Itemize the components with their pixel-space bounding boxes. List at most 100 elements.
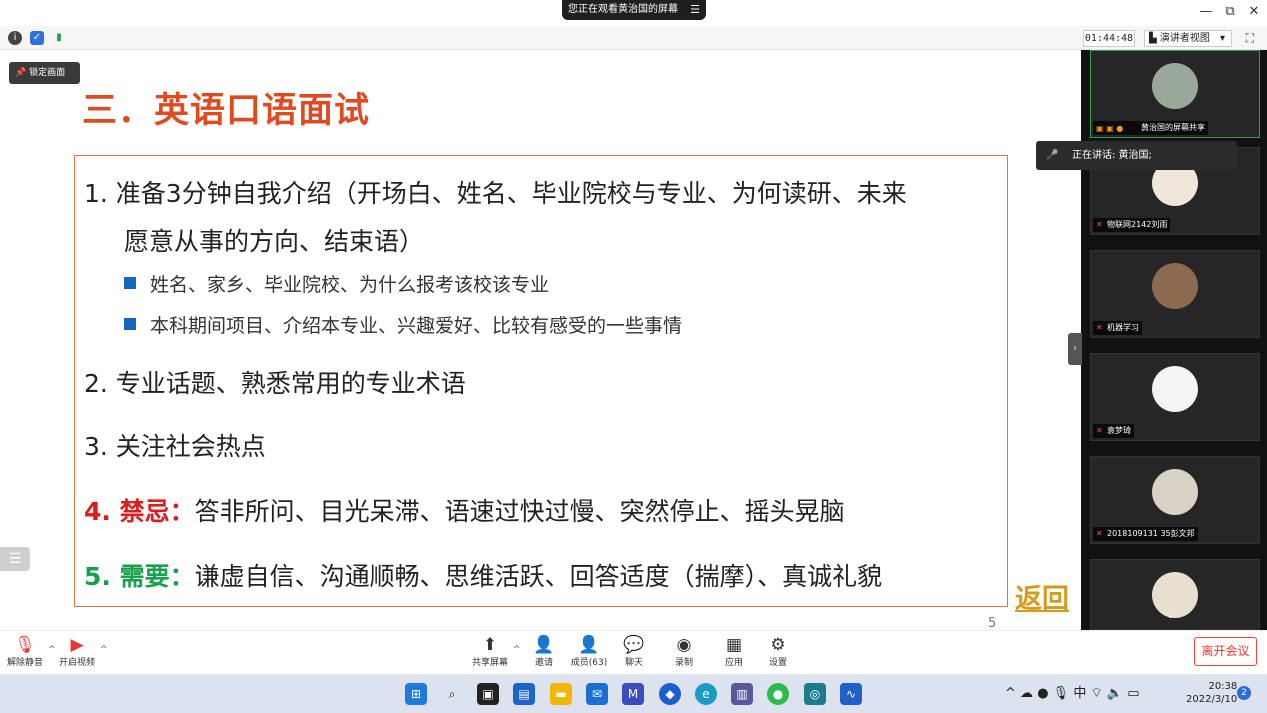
wechat-icon[interactable]: ● (767, 683, 789, 705)
chevron-up-icon[interactable]: ^ (100, 645, 108, 655)
user-icon: 👤 (578, 635, 600, 655)
item-4-label: 4. 禁忌： (84, 497, 195, 526)
lock-view-button[interactable]: 📌 锁定画面 (9, 62, 80, 84)
share-banner-text: 您正在观看黄治国的屏幕 (568, 4, 678, 15)
chevron-down-icon: ▾ (1219, 33, 1225, 44)
mail-icon[interactable]: ✉ (586, 683, 608, 705)
record-icon: ◉ (676, 635, 692, 655)
meeting-timer: 01:44:48 (1083, 30, 1135, 47)
settings-button[interactable]: ⚙ 设置 (755, 635, 801, 668)
square-bullet-icon (124, 318, 136, 330)
participant-tile[interactable]: ✕ 机器学习 (1090, 250, 1260, 338)
item-2: 2. 专业话题、熟悉常用的专业术语 (84, 369, 466, 398)
minimize-button[interactable]: — (1196, 4, 1216, 19)
sub-item-2-text: 本科期间项目、介绍本专业、兴趣爱好、比较有感受的一些事情 (150, 315, 683, 337)
participant-name: ✕ 2018109131 35彭文邦 (1093, 527, 1198, 541)
page-number: 5 (988, 616, 997, 631)
chat-button[interactable]: 💬 聊天 (611, 635, 657, 668)
widgets-icon[interactable]: ▤ (513, 683, 535, 705)
item-3: 3. 关注社会热点 (84, 432, 266, 461)
square-bullet-icon (124, 277, 136, 289)
mic-muted-icon: ✕ (1096, 323, 1103, 332)
mic-muted-icon: ✕ (1096, 220, 1103, 229)
search-icon[interactable]: ⌕ (441, 683, 463, 705)
participant-tile[interactable]: ✕ 2018109131 35彭文邦 (1090, 456, 1260, 544)
app-icon[interactable]: ◆ (659, 683, 681, 705)
system-tray[interactable]: ^ ☁ ● 🎙 中 ⌔ 🔈 ▭ (1005, 682, 1139, 701)
screen-share-banner[interactable]: 您正在观看黄治国的屏幕 ☰ (562, 0, 706, 20)
unmute-button[interactable]: 🎙 解除静音 (2, 635, 48, 668)
members-button[interactable]: 👤 成员(63) (566, 635, 612, 668)
sub-item-1: 姓名、家乡、毕业院校、为什么报考该校该专业 (124, 270, 549, 297)
volume-icon[interactable]: 🔈 (1107, 686, 1123, 701)
signal-icon[interactable]: ▮ (52, 31, 66, 45)
ime-indicator[interactable]: 中 (1073, 686, 1086, 701)
invite-button[interactable]: 👤 邀请 (521, 635, 567, 668)
apps-icon: ▦ (725, 635, 743, 655)
list-icon[interactable]: ☰ (0, 547, 30, 571)
qq-icon[interactable]: ● (1037, 686, 1048, 701)
app-icon[interactable]: ◎ (804, 683, 826, 705)
app-icon[interactable]: M (622, 683, 644, 705)
avatar (1152, 469, 1198, 515)
camera-off-icon: ▶ (70, 635, 84, 655)
record-button[interactable]: ◉ 录制 (661, 635, 707, 668)
file-explorer-icon[interactable]: ▬ (550, 683, 572, 705)
presenter-view-label: 演讲者视图 (1159, 33, 1210, 44)
start-video-button[interactable]: ▶ 开启视频 (54, 635, 100, 668)
chevron-up-icon[interactable]: ^ (513, 645, 521, 655)
task-view-icon[interactable]: ▣ (477, 683, 499, 705)
tencent-meeting-icon[interactable]: ∿ (840, 683, 862, 705)
fullscreen-icon[interactable]: ⛶ (1242, 30, 1258, 46)
record-label: 录制 (674, 658, 693, 668)
clock-date: 2022/3/10 (1186, 694, 1238, 705)
notification-badge[interactable]: 2 (1237, 686, 1251, 700)
item-4-text: 答非所问、目光呆滞、语速过快过慢、突然停止、摇头晃脑 (194, 497, 845, 526)
participant-tile[interactable]: ✕ 袁梦琦 (1090, 353, 1260, 441)
return-link[interactable]: 返回 (1015, 577, 1069, 616)
participant-tile[interactable]: ⌄ (1090, 559, 1260, 630)
start-video-label: 开启视频 (58, 658, 95, 668)
participant-tile[interactable]: ▣ ▣ ● 黄治国的屏幕共享 (1090, 50, 1260, 138)
shield-icon[interactable]: ✓ (30, 31, 44, 45)
leave-meeting-button[interactable]: 离开会议 (1194, 637, 1257, 666)
chevron-down-icon[interactable]: ⌄ (1166, 610, 1174, 621)
info-icon[interactable]: i (8, 31, 22, 45)
share-screen-label: 共享屏幕 (471, 658, 508, 668)
item-1-line-1: 1. 准备3分钟自我介绍（开场白、姓名、毕业院校与专业、为何读研、未来 (84, 179, 907, 208)
apps-label: 应用 (724, 658, 743, 668)
cloud-icon[interactable]: ☁ (1020, 686, 1033, 701)
members-label: 成员(63) (570, 658, 608, 668)
avatar (1152, 263, 1198, 309)
gear-icon: ⚙ (770, 635, 786, 655)
share-screen-button[interactable]: ⬆ 共享屏幕 (467, 635, 513, 668)
participant-name: ✕ 袁梦琦 (1093, 424, 1134, 438)
sub-item-1-text: 姓名、家乡、毕业院校、为什么报考该校该专业 (150, 274, 550, 296)
item-1-line-2: 愿意从事的方向、结束语） (124, 227, 425, 256)
presenter-view-button[interactable]: ▙ 演讲者视图 ▾ (1144, 30, 1232, 47)
mic-icon[interactable]: 🎙 (1053, 686, 1070, 701)
speaking-text: 正在讲话: 黄治国; (1072, 150, 1152, 161)
menu-icon[interactable]: ☰ (690, 0, 700, 20)
chat-label: 聊天 (624, 658, 643, 668)
app-icon[interactable]: ▥ (731, 683, 753, 705)
avatar (1152, 572, 1198, 618)
speaking-indicator: 🎤 正在讲话: 黄治国; (1036, 141, 1237, 170)
item-5-text: 谦虚自信、沟通顺畅、思维活跃、回答适度（揣摩）、真诚礼貌 (194, 562, 883, 591)
participant-video-panel[interactable]: ▣ ▣ ● 黄治国的屏幕共享 ✕ 物联网2142刘雨 ✕ 机器学习 ✕ 袁梦琦 ✕ 201… (1081, 50, 1267, 630)
start-icon[interactable]: ⊞ (405, 683, 427, 705)
mic-muted-icon: 🎙 (14, 635, 36, 655)
apps-button[interactable]: ▦ 应用 (711, 635, 757, 668)
close-button[interactable]: ✕ (1244, 4, 1264, 19)
collapse-panel-button[interactable]: › (1068, 333, 1082, 365)
wifi-icon[interactable]: ⌔ (1090, 686, 1102, 701)
avatar (1152, 63, 1198, 109)
edge-icon[interactable]: e (695, 683, 717, 705)
participant-name: ✕ 机器学习 (1093, 321, 1142, 335)
mic-muted-icon: ✕ (1096, 529, 1103, 538)
battery-icon[interactable]: ▭ (1127, 686, 1139, 701)
restore-button[interactable]: ⧉ (1220, 4, 1240, 19)
sub-item-2: 本科期间项目、介绍本专业、兴趣爱好、比较有感受的一些事情 (124, 311, 682, 338)
chevron-up-icon[interactable]: ^ (1005, 686, 1016, 701)
clock[interactable]: 20:38 2022/3/10 (1186, 680, 1237, 706)
